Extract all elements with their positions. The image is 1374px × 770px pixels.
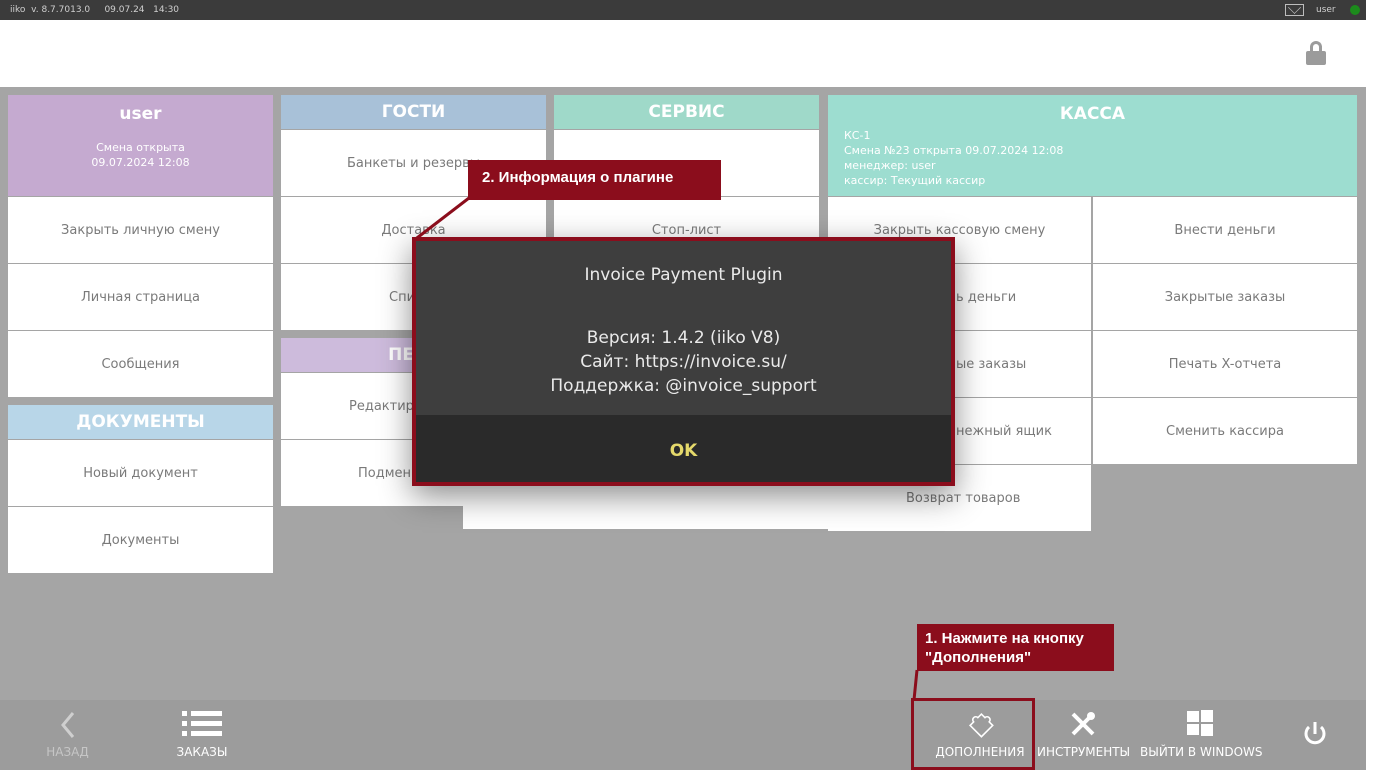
underlying-window — [463, 480, 903, 529]
kassa-info-4: кассир: Текущий кассир — [844, 174, 986, 187]
power-icon — [1304, 722, 1326, 745]
closed-orders-button[interactable]: Закрытые заказы — [1093, 264, 1357, 330]
change-cashier-button[interactable]: Сменить кассира — [1093, 398, 1357, 464]
deposit-money-button[interactable]: Внести деньги — [1093, 197, 1357, 263]
personal-page-button[interactable]: Личная страница — [8, 264, 273, 330]
header — [0, 20, 1366, 87]
tools-label: ИНСТРУМЕНТЫ — [1037, 745, 1131, 759]
shift-date: 09.07.2024 12:08 — [91, 156, 190, 169]
documents-panel-title: ДОКУМЕНТЫ — [76, 412, 205, 432]
callout-step-1-line1: 1. Нажмите на кнопку — [925, 630, 1084, 647]
kassa-info-1: КС-1 — [844, 129, 871, 142]
tools-button[interactable]: ИНСТРУМЕНТЫ — [1037, 700, 1131, 770]
kassa-panel-header: КАССА КС-1 Смена №23 открыта 09.07.2024 … — [828, 95, 1357, 196]
status-bar: iiko v. 8.7.7013.0 09.07.24 14:30 user — [0, 0, 1366, 20]
user-panel-header: user Смена открыта 09.07.2024 12:08 — [8, 95, 273, 196]
exit-windows-button[interactable]: ВЫЙТИ В WINDOWS — [1140, 700, 1263, 770]
back-button[interactable]: НАЗАД — [30, 700, 105, 770]
plugin-info-dialog: Invoice Payment Plugin Версия: 1.4.2 (ii… — [412, 237, 955, 486]
callout-step-1: 1. Нажмите на кнопку "Дополнения" — [917, 624, 1114, 671]
exit-windows-label: ВЫЙТИ В WINDOWS — [1140, 745, 1263, 759]
guests-panel-header: ГОСТИ — [281, 95, 546, 129]
messages-button[interactable]: Сообщения — [8, 331, 273, 397]
chevron-left-icon — [60, 712, 74, 738]
power-button[interactable] — [1295, 700, 1335, 770]
tools-icon — [1071, 712, 1095, 736]
kassa-info-2: Смена №23 открыта 09.07.2024 12:08 — [844, 144, 1064, 157]
list-icon — [182, 711, 222, 736]
kassa-panel-title: КАССА — [1059, 104, 1126, 124]
service-panel-header: СЕРВИС — [554, 95, 819, 129]
service-panel-title: СЕРВИС — [648, 102, 725, 122]
orders-label: ЗАКАЗЫ — [176, 745, 228, 759]
user-panel-title: user — [119, 104, 162, 124]
connection-status-icon — [1350, 5, 1360, 15]
callout-step-1-line2: "Дополнения" — [925, 649, 1032, 666]
dialog-support: Поддержка: @invoice_support — [550, 376, 817, 396]
bottom-bar: НАЗАД ЗАКАЗЫ ДОПОЛНЕНИЯ ИНСТРУМЕНТЫ ВЫЙТ… — [0, 700, 1366, 770]
windows-icon — [1187, 710, 1213, 736]
orders-button[interactable]: ЗАКАЗЫ — [162, 700, 242, 770]
addons-highlight — [911, 698, 1035, 770]
status-user-label: user — [1316, 5, 1336, 15]
print-x-report-button[interactable]: Печать X-отчета — [1093, 331, 1357, 397]
documents-panel-header: ДОКУМЕНТЫ — [8, 405, 273, 439]
dialog-site: Сайт: https://invoice.su/ — [580, 352, 787, 372]
mail-icon[interactable] — [1285, 4, 1304, 16]
close-personal-shift-button[interactable]: Закрыть личную смену — [8, 197, 273, 263]
documents-button[interactable]: Документы — [8, 507, 273, 573]
version-label: iiko v. 8.7.7013.0 09.07.24 14:30 — [10, 5, 180, 15]
ok-button[interactable]: OK — [416, 441, 951, 461]
callout-step-2: 2. Информация о плагине — [468, 160, 721, 200]
lock-icon[interactable] — [1306, 41, 1326, 65]
callout-step-2-text: 2. Информация о плагине — [482, 169, 674, 186]
dialog-title: Invoice Payment Plugin — [584, 265, 783, 285]
kassa-info-3: менеджер: user — [844, 159, 936, 172]
back-label: НАЗАД — [46, 745, 89, 759]
shift-status: Смена открыта — [96, 141, 185, 154]
callout-step-1-connector — [912, 669, 919, 701]
dialog-version: Версия: 1.4.2 (iiko V8) — [586, 328, 781, 348]
new-document-button[interactable]: Новый документ — [8, 440, 273, 506]
callout-step-2-connector — [412, 196, 470, 243]
guests-panel-title: ГОСТИ — [381, 102, 446, 122]
